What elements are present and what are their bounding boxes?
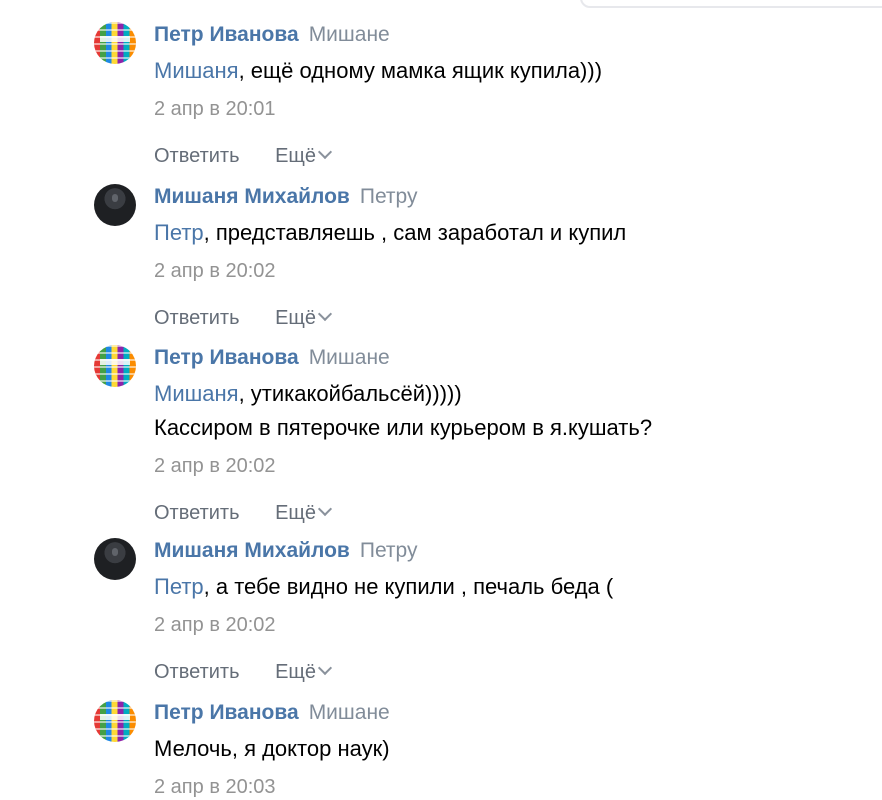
more-label: Ещё [275, 661, 316, 683]
reply-to-name[interactable]: Мишане [309, 346, 390, 369]
comment-timestamp[interactable]: 2 апр в 20:03 [154, 774, 844, 800]
comment-text: Мишаня, ещё одному мамка ящик купила))) [154, 54, 844, 88]
author-name[interactable]: Петр Иванова [154, 346, 299, 369]
search-field-edge[interactable] [580, 0, 882, 8]
comment-body: Мелочь, я доктор наук) [154, 736, 390, 761]
comment-timestamp[interactable]: 2 апр в 20:01 [154, 96, 844, 122]
reply-button[interactable]: Ответить [154, 144, 240, 168]
mention-link[interactable]: Мишаня [154, 58, 239, 83]
reply-button[interactable]: Ответить [154, 660, 240, 684]
comment-body: , утикакойбальсёй))))) [238, 381, 462, 406]
chevron-down-icon [317, 660, 333, 676]
comment-body: , представляешь , сам заработал и купил [203, 220, 627, 245]
comment-text: Петр, представляешь , сам заработал и ку… [154, 216, 844, 250]
comment-actions: Ответить Ещё [154, 306, 844, 330]
mention-link[interactable]: Мишаня [154, 381, 239, 406]
comment-body: , ещё одному мамка ящик купила))) [238, 58, 603, 83]
comment-timestamp[interactable]: 2 апр в 20:02 [154, 612, 844, 638]
avatar[interactable] [94, 22, 136, 64]
author-name[interactable]: Мишаня Михайлов [154, 539, 350, 562]
comment-body-line2: Кассиром в пятерочке или курьером в я.ку… [154, 415, 653, 440]
comment-content: Мишаня Михайлов Петру Петр, представляешь… [154, 184, 844, 330]
more-label: Ещё [275, 307, 316, 329]
more-button[interactable]: Ещё [275, 660, 333, 684]
comment-content: Петр Иванова Мишане Мишаня, ещё одному ма… [154, 22, 844, 168]
comment-timestamp[interactable]: 2 апр в 20:02 [154, 453, 844, 479]
comment-body: , а тебе видно не купили , печаль беда ( [203, 574, 614, 599]
comment-actions: Ответить Ещё [154, 501, 844, 525]
reply-button[interactable]: Ответить [154, 306, 240, 330]
avatar[interactable] [94, 184, 136, 226]
avatar[interactable] [94, 700, 136, 742]
chevron-down-icon [317, 306, 333, 322]
more-button[interactable]: Ещё [275, 501, 333, 525]
more-label: Ещё [275, 145, 316, 167]
reply-button[interactable]: Ответить [154, 501, 240, 525]
comment-content: Мишаня Михайлов Петру Петр, а тебе видно … [154, 538, 844, 684]
avatar[interactable] [94, 538, 136, 580]
chevron-down-icon [317, 501, 333, 517]
comment-header: Мишаня Михайлов Петру [154, 538, 844, 564]
author-name[interactable]: Мишаня Михайлов [154, 185, 350, 208]
reply-to-name[interactable]: Мишане [309, 23, 390, 46]
author-name[interactable]: Петр Иванова [154, 23, 299, 46]
reply-to-name[interactable]: Петру [360, 185, 418, 208]
more-button[interactable]: Ещё [275, 144, 333, 168]
more-button[interactable]: Ещё [275, 306, 333, 330]
top-bar-edge [0, 0, 882, 22]
comment-actions: Ответить Ещё [154, 660, 844, 684]
comment-actions: Ответить Ещё [154, 144, 844, 168]
comment-text: Мелочь, я доктор наук) [154, 732, 844, 766]
comment-header: Мишаня Михайлов Петру [154, 184, 844, 210]
mention-link[interactable]: Петр [154, 220, 204, 245]
more-label: Ещё [275, 502, 316, 524]
chevron-down-icon [317, 144, 333, 160]
comment-content: Петр Иванова Мишане Мелочь, я доктор наук… [154, 700, 844, 800]
mention-link[interactable]: Петр [154, 574, 204, 599]
comment-content: Петр Иванова Мишане Мишаня, утикакойбальс… [154, 345, 844, 525]
comment-timestamp[interactable]: 2 апр в 20:02 [154, 258, 844, 284]
comment-header: Петр Иванова Мишане [154, 345, 844, 371]
avatar[interactable] [94, 345, 136, 387]
reply-to-name[interactable]: Мишане [309, 701, 390, 724]
comment-text: Петр, а тебе видно не купили , печаль бе… [154, 570, 844, 604]
comment-text: Мишаня, утикакойбальсёй))))) Кассиром в … [154, 377, 844, 445]
comment-header: Петр Иванова Мишане [154, 700, 844, 726]
comment-header: Петр Иванова Мишане [154, 22, 844, 48]
reply-to-name[interactable]: Петру [360, 539, 418, 562]
author-name[interactable]: Петр Иванова [154, 701, 299, 724]
